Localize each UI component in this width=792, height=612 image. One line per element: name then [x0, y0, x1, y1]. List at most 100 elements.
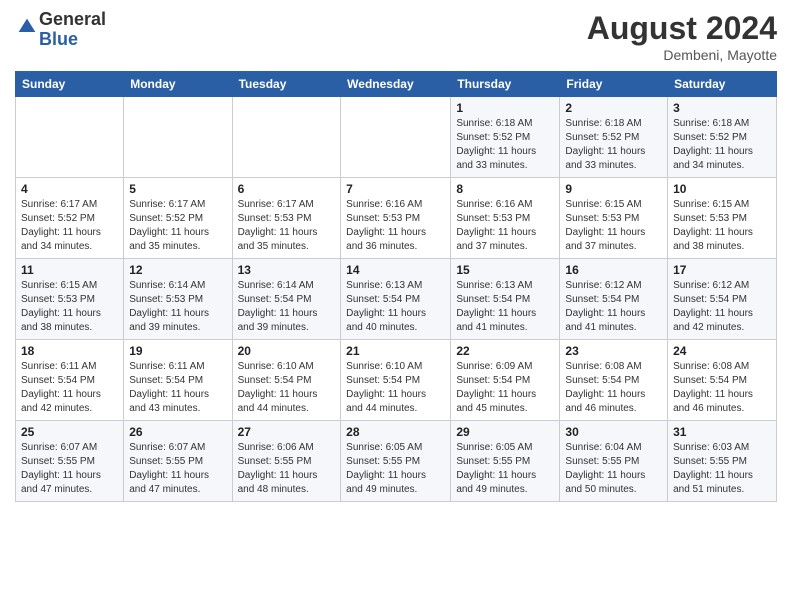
day-info: Sunrise: 6:15 AM Sunset: 5:53 PM Dayligh…: [21, 279, 118, 335]
day-info: Sunrise: 6:18 AM Sunset: 5:52 PM Dayligh…: [673, 117, 771, 173]
day-number: 3: [673, 101, 771, 115]
day-info: Sunrise: 6:13 AM Sunset: 5:54 PM Dayligh…: [456, 279, 554, 335]
day-number: 28: [346, 425, 445, 439]
calendar-cell: 16 Sunrise: 6:12 AM Sunset: 5:54 PM Dayli…: [560, 259, 668, 340]
calendar-cell: 24 Sunrise: 6:08 AM Sunset: 5:54 PM Dayli…: [668, 340, 777, 421]
day-info: Sunrise: 6:03 AM Sunset: 5:55 PM Dayligh…: [673, 441, 771, 497]
day-number: 25: [21, 425, 118, 439]
calendar-cell: 2 Sunrise: 6:18 AM Sunset: 5:52 PM Daylig…: [560, 97, 668, 178]
header-day-thursday: Thursday: [451, 72, 560, 97]
day-number: 1: [456, 101, 554, 115]
day-info: Sunrise: 6:12 AM Sunset: 5:54 PM Dayligh…: [673, 279, 771, 335]
day-number: 22: [456, 344, 554, 358]
calendar-cell: 17 Sunrise: 6:12 AM Sunset: 5:54 PM Dayli…: [668, 259, 777, 340]
calendar-cell: [16, 97, 124, 178]
day-number: 31: [673, 425, 771, 439]
day-number: 29: [456, 425, 554, 439]
title-block: August 2024 Dembeni, Mayotte: [587, 10, 777, 63]
logo-icon: [17, 17, 37, 37]
header-row: SundayMondayTuesdayWednesdayThursdayFrid…: [16, 72, 777, 97]
calendar-cell: 19 Sunrise: 6:11 AM Sunset: 5:54 PM Dayli…: [124, 340, 232, 421]
day-info: Sunrise: 6:11 AM Sunset: 5:54 PM Dayligh…: [129, 360, 226, 416]
day-info: Sunrise: 6:13 AM Sunset: 5:54 PM Dayligh…: [346, 279, 445, 335]
calendar-cell: 6 Sunrise: 6:17 AM Sunset: 5:53 PM Daylig…: [232, 178, 341, 259]
calendar-cell: 7 Sunrise: 6:16 AM Sunset: 5:53 PM Daylig…: [341, 178, 451, 259]
calendar-cell: 31 Sunrise: 6:03 AM Sunset: 5:55 PM Dayli…: [668, 421, 777, 502]
day-number: 13: [238, 263, 336, 277]
header-day-sunday: Sunday: [16, 72, 124, 97]
day-number: 18: [21, 344, 118, 358]
day-number: 20: [238, 344, 336, 358]
day-number: 19: [129, 344, 226, 358]
calendar-body: 1 Sunrise: 6:18 AM Sunset: 5:52 PM Daylig…: [16, 97, 777, 502]
day-info: Sunrise: 6:08 AM Sunset: 5:54 PM Dayligh…: [673, 360, 771, 416]
calendar-cell: 25 Sunrise: 6:07 AM Sunset: 5:55 PM Dayli…: [16, 421, 124, 502]
day-info: Sunrise: 6:18 AM Sunset: 5:52 PM Dayligh…: [565, 117, 662, 173]
day-number: 23: [565, 344, 662, 358]
calendar-header: SundayMondayTuesdayWednesdayThursdayFrid…: [16, 72, 777, 97]
calendar-cell: 22Sunrise: 6:09 AM Sunset: 5:54 PM Dayli…: [451, 340, 560, 421]
calendar-cell: 26 Sunrise: 6:07 AM Sunset: 5:55 PM Dayli…: [124, 421, 232, 502]
day-info: Sunrise: 6:08 AM Sunset: 5:54 PM Dayligh…: [565, 360, 662, 416]
calendar-cell: 13 Sunrise: 6:14 AM Sunset: 5:54 PM Dayli…: [232, 259, 341, 340]
day-number: 7: [346, 182, 445, 196]
day-number: 26: [129, 425, 226, 439]
day-info: Sunrise: 6:15 AM Sunset: 5:53 PM Dayligh…: [565, 198, 662, 254]
day-number: 8: [456, 182, 554, 196]
day-info: Sunrise: 6:12 AM Sunset: 5:54 PM Dayligh…: [565, 279, 662, 335]
day-info: Sunrise: 6:14 AM Sunset: 5:54 PM Dayligh…: [238, 279, 336, 335]
day-info: Sunrise: 6:16 AM Sunset: 5:53 PM Dayligh…: [456, 198, 554, 254]
week-row-1: 1 Sunrise: 6:18 AM Sunset: 5:52 PM Daylig…: [16, 97, 777, 178]
logo-blue: Blue: [39, 29, 78, 49]
week-row-5: 25 Sunrise: 6:07 AM Sunset: 5:55 PM Dayli…: [16, 421, 777, 502]
calendar-cell: 15Sunrise: 6:13 AM Sunset: 5:54 PM Dayli…: [451, 259, 560, 340]
day-number: 2: [565, 101, 662, 115]
calendar-cell: 9 Sunrise: 6:15 AM Sunset: 5:53 PM Daylig…: [560, 178, 668, 259]
calendar-cell: 3 Sunrise: 6:18 AM Sunset: 5:52 PM Daylig…: [668, 97, 777, 178]
calendar-cell: 5Sunrise: 6:17 AM Sunset: 5:52 PM Daylig…: [124, 178, 232, 259]
day-number: 9: [565, 182, 662, 196]
calendar-cell: 28Sunrise: 6:05 AM Sunset: 5:55 PM Dayli…: [341, 421, 451, 502]
header-day-friday: Friday: [560, 72, 668, 97]
day-info: Sunrise: 6:07 AM Sunset: 5:55 PM Dayligh…: [129, 441, 226, 497]
day-info: Sunrise: 6:07 AM Sunset: 5:55 PM Dayligh…: [21, 441, 118, 497]
header-day-monday: Monday: [124, 72, 232, 97]
day-number: 12: [129, 263, 226, 277]
day-info: Sunrise: 6:11 AM Sunset: 5:54 PM Dayligh…: [21, 360, 118, 416]
day-info: Sunrise: 6:05 AM Sunset: 5:55 PM Dayligh…: [456, 441, 554, 497]
day-info: Sunrise: 6:17 AM Sunset: 5:53 PM Dayligh…: [238, 198, 336, 254]
logo-general: General: [39, 9, 106, 29]
calendar-cell: [232, 97, 341, 178]
header-day-wednesday: Wednesday: [341, 72, 451, 97]
day-number: 16: [565, 263, 662, 277]
week-row-4: 18 Sunrise: 6:11 AM Sunset: 5:54 PM Dayli…: [16, 340, 777, 421]
day-info: Sunrise: 6:17 AM Sunset: 5:52 PM Dayligh…: [129, 198, 226, 254]
calendar-table: SundayMondayTuesdayWednesdayThursdayFrid…: [15, 71, 777, 502]
day-number: 17: [673, 263, 771, 277]
calendar-cell: 27Sunrise: 6:06 AM Sunset: 5:55 PM Dayli…: [232, 421, 341, 502]
day-number: 6: [238, 182, 336, 196]
day-number: 30: [565, 425, 662, 439]
location-subtitle: Dembeni, Mayotte: [587, 47, 777, 63]
calendar-cell: [341, 97, 451, 178]
day-number: 21: [346, 344, 445, 358]
calendar-cell: 18 Sunrise: 6:11 AM Sunset: 5:54 PM Dayli…: [16, 340, 124, 421]
day-number: 27: [238, 425, 336, 439]
calendar-cell: 23 Sunrise: 6:08 AM Sunset: 5:54 PM Dayli…: [560, 340, 668, 421]
header-day-saturday: Saturday: [668, 72, 777, 97]
day-info: Sunrise: 6:16 AM Sunset: 5:53 PM Dayligh…: [346, 198, 445, 254]
day-info: Sunrise: 6:14 AM Sunset: 5:53 PM Dayligh…: [129, 279, 226, 335]
day-number: 4: [21, 182, 118, 196]
logo-text: General Blue: [39, 10, 106, 50]
calendar-cell: 30Sunrise: 6:04 AM Sunset: 5:55 PM Dayli…: [560, 421, 668, 502]
day-number: 14: [346, 263, 445, 277]
calendar-cell: 21Sunrise: 6:10 AM Sunset: 5:54 PM Dayli…: [341, 340, 451, 421]
week-row-2: 4 Sunrise: 6:17 AM Sunset: 5:52 PM Daylig…: [16, 178, 777, 259]
calendar-cell: 1Sunrise: 6:18 AM Sunset: 5:52 PM Daylig…: [451, 97, 560, 178]
calendar-cell: 8 Sunrise: 6:16 AM Sunset: 5:53 PM Daylig…: [451, 178, 560, 259]
month-year-title: August 2024: [587, 10, 777, 47]
week-row-3: 11Sunrise: 6:15 AM Sunset: 5:53 PM Dayli…: [16, 259, 777, 340]
page-header: General Blue August 2024 Dembeni, Mayott…: [15, 10, 777, 63]
logo: General Blue: [15, 10, 106, 50]
day-number: 24: [673, 344, 771, 358]
